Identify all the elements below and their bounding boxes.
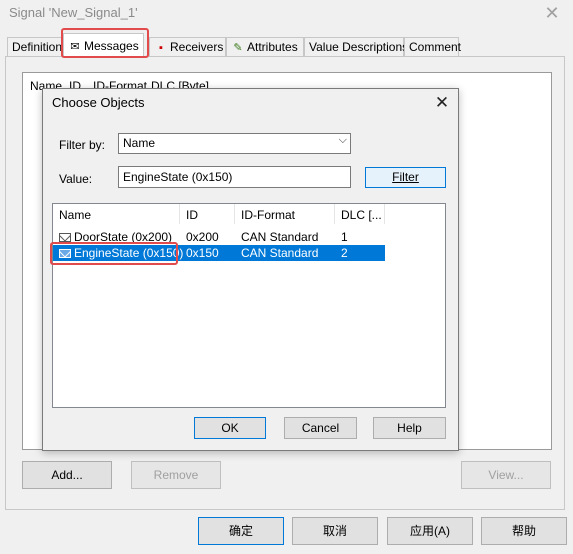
view-button[interactable]: View... (461, 461, 551, 489)
selected-row-highlight (50, 242, 178, 265)
choose-objects-dialog: Choose Objects ✕ Filter by: Name ⌵ Value… (42, 88, 459, 451)
col-id-format[interactable]: ID-Format (235, 204, 335, 224)
value-input[interactable]: EngineState (0x150) (118, 166, 351, 188)
receiver-icon: ▪ (159, 42, 163, 54)
col-id[interactable]: ID (180, 204, 235, 224)
dialog-close-icon[interactable]: ✕ (432, 93, 452, 113)
value-label: Value: (59, 172, 93, 186)
col-name[interactable]: Name (53, 204, 180, 224)
dialog-title: Choose Objects (52, 95, 145, 110)
ok-button[interactable]: 确定 (198, 517, 284, 545)
dialog-help-button[interactable]: Help (373, 417, 446, 439)
pencil-icon: ✎ (233, 42, 243, 54)
apply-button[interactable]: 应用(A) (387, 517, 473, 545)
filter-by-select[interactable]: Name ⌵ (118, 133, 351, 154)
tab-value-descriptions[interactable]: Value Descriptions (304, 37, 408, 56)
messages-tab-highlight (61, 28, 149, 58)
help-button[interactable]: 帮助 (481, 517, 567, 545)
filter-by-label: Filter by: (59, 138, 106, 152)
remove-button[interactable]: Remove (131, 461, 221, 489)
tab-comment[interactable]: Comment (404, 37, 461, 56)
chevron-down-icon: ⌵ (338, 134, 347, 146)
tab-receivers[interactable]: ▪ Receivers (149, 37, 226, 56)
dialog-cancel-button[interactable]: Cancel (284, 417, 357, 439)
message-icon (59, 233, 71, 242)
window-title: Signal 'New_Signal_1' (9, 5, 138, 20)
tab-definition[interactable]: Definition (7, 37, 64, 56)
col-dlc[interactable]: DLC [... (335, 204, 385, 224)
objects-grid[interactable]: Name ID ID-Format DLC [... DoorState (0x… (50, 203, 446, 408)
filter-button[interactable]: Filter (365, 167, 446, 188)
add-button[interactable]: Add... (22, 461, 112, 489)
window-close-icon[interactable]: ✕ (541, 2, 563, 24)
cancel-button[interactable]: 取消 (292, 517, 378, 545)
tab-attributes[interactable]: ✎ Attributes (226, 37, 304, 56)
dialog-ok-button[interactable]: OK (194, 417, 266, 439)
